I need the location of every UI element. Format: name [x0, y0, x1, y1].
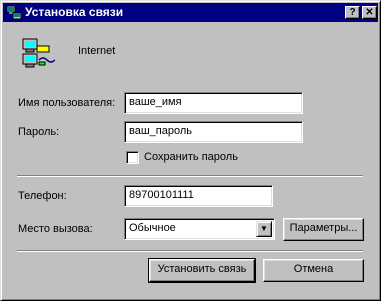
dial-from-label: Место вызова: — [18, 223, 93, 235]
separator — [17, 175, 363, 177]
cancel-button[interactable]: Отмена — [263, 259, 364, 282]
help-button[interactable]: ? — [345, 6, 360, 19]
chevron-down-icon[interactable]: ▼ — [256, 221, 272, 237]
password-field[interactable]: ваш_пароль — [124, 121, 303, 143]
title-bar[interactable]: Установка связи ? ✕ — [3, 3, 378, 22]
save-password-label[interactable]: Сохранить пароль — [144, 151, 238, 163]
connect-button[interactable]: Установить связь — [148, 258, 256, 283]
close-button[interactable]: ✕ — [362, 6, 377, 19]
dial-up-networking-icon — [6, 5, 22, 20]
phone-field[interactable]: 89700101111 — [124, 185, 273, 207]
dial-from-value: Обычное — [129, 222, 176, 234]
params-button[interactable]: Параметры... — [283, 218, 364, 241]
dial-from-select[interactable]: Обычное ▼ — [124, 218, 275, 240]
connection-icon — [22, 38, 55, 68]
dial-up-dialog: Установка связи ? ✕ Internet Имя пользов… — [0, 0, 381, 301]
username-label: Имя пользователя: — [18, 97, 116, 109]
save-password-checkbox[interactable] — [126, 151, 139, 164]
phone-label: Телефон: — [18, 190, 67, 202]
username-field[interactable]: ваше_имя — [124, 92, 303, 114]
window-title: Установка связи — [25, 5, 124, 19]
connection-name: Internet — [78, 45, 116, 57]
password-label: Пароль: — [18, 126, 60, 138]
separator — [17, 250, 363, 252]
